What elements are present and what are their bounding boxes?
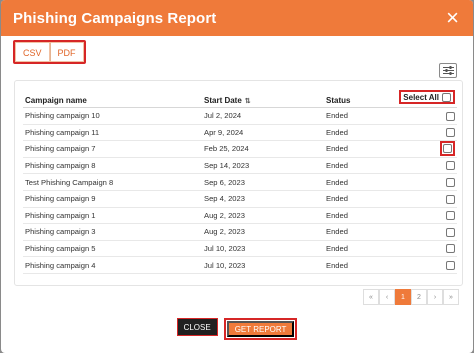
- pagination-next[interactable]: ›: [427, 289, 443, 305]
- start-date-cell: Aug 2, 2023: [204, 207, 326, 225]
- modal-header: Phishing Campaigns Report ×: [1, 0, 473, 36]
- status-cell: Ended: [326, 107, 384, 125]
- table-row: Phishing campaign 4 Jul 10, 2023 Ended: [23, 256, 457, 274]
- campaign-name-cell: Phishing campaign 11: [23, 124, 204, 142]
- row-checkbox[interactable]: [446, 111, 455, 121]
- row-select-cell: [384, 157, 457, 175]
- campaign-name-cell: Phishing campaign 1: [23, 207, 204, 225]
- row-checkbox[interactable]: [446, 244, 455, 254]
- status-cell: Ended: [326, 173, 384, 191]
- campaigns-panel: Campaign name Start Date ⇅ Status Select …: [14, 80, 463, 286]
- export-csv-button[interactable]: CSV: [15, 42, 50, 62]
- campaign-name-cell: Phishing campaign 7: [23, 140, 204, 158]
- close-icon[interactable]: ×: [446, 7, 459, 29]
- table-body: Phishing campaign 10 Jul 2, 2024 Ended Phis…: [23, 107, 457, 274]
- status-cell: Ended: [326, 140, 384, 158]
- row-checkbox[interactable]: [446, 211, 455, 221]
- row-checkbox-highlight: [440, 141, 455, 157]
- row-checkbox[interactable]: [446, 161, 455, 171]
- row-select-cell: [384, 107, 457, 125]
- pagination-last[interactable]: »: [443, 289, 459, 305]
- table-row: Phishing campaign 1 Aug 2, 2023 Ended: [23, 207, 457, 225]
- header-status: Status: [326, 89, 384, 108]
- table-header-row: Campaign name Start Date ⇅ Status Select …: [23, 89, 457, 108]
- row-select-cell: [384, 223, 457, 241]
- pagination-page-1[interactable]: 1: [395, 289, 411, 305]
- status-cell: Ended: [326, 223, 384, 241]
- table-row: Phishing campaign 8 Sep 14, 2023 Ended: [23, 157, 457, 175]
- campaign-name-cell: Phishing campaign 5: [23, 240, 204, 258]
- get-report-button[interactable]: GET REPORT: [226, 321, 295, 337]
- row-select-cell: [384, 140, 457, 158]
- select-all-label: Select All: [403, 92, 439, 102]
- header-start-date-label: Start Date: [204, 95, 242, 105]
- campaign-name-cell: Phishing campaign 9: [23, 190, 204, 208]
- table-row: Phishing campaign 7 Feb 25, 2024 Ended: [23, 140, 457, 158]
- export-buttons: CSV PDF: [13, 40, 86, 64]
- start-date-cell: Sep 14, 2023: [204, 157, 326, 175]
- row-select-cell: [384, 207, 457, 225]
- table-row: Phishing campaign 5 Jul 10, 2023 Ended: [23, 240, 457, 258]
- status-cell: Ended: [326, 256, 384, 274]
- get-report-highlight: GET REPORT: [223, 318, 298, 340]
- status-cell: Ended: [326, 157, 384, 175]
- table-row: Test Phishing Campaign 8 Sep 6, 2023 Ended: [23, 173, 457, 191]
- sort-icon[interactable]: ⇅: [245, 97, 251, 105]
- start-date-cell: Sep 6, 2023: [204, 173, 326, 191]
- status-cell: Ended: [326, 207, 384, 225]
- table-row: Phishing campaign 3 Aug 2, 2023 Ended: [23, 223, 457, 241]
- table-row: Phishing campaign 9 Sep 4, 2023 Ended: [23, 190, 457, 208]
- start-date-cell: Jul 2, 2024: [204, 107, 326, 125]
- filter-sliders-icon[interactable]: [439, 63, 457, 78]
- row-checkbox[interactable]: [446, 194, 455, 204]
- table-row: Phishing campaign 10 Jul 2, 2024 Ended: [23, 107, 457, 125]
- campaign-name-cell: Phishing campaign 8: [23, 157, 204, 175]
- row-checkbox[interactable]: [446, 260, 455, 270]
- report-modal: Phishing Campaigns Report × CSV PDF Camp…: [1, 0, 473, 353]
- start-date-cell: Jul 10, 2023: [204, 256, 326, 274]
- row-checkbox[interactable]: [446, 177, 455, 187]
- start-date-cell: Apr 9, 2024: [204, 124, 326, 142]
- row-checkbox[interactable]: [446, 128, 455, 138]
- row-checkbox[interactable]: [446, 227, 455, 237]
- campaign-name-cell: Phishing campaign 4: [23, 256, 204, 274]
- status-cell: Ended: [326, 190, 384, 208]
- modal-footer: CLOSE GET REPORT: [1, 318, 473, 340]
- header-start-date[interactable]: Start Date ⇅: [204, 89, 326, 108]
- row-select-cell: [384, 190, 457, 208]
- pagination: « ‹ 1 2 › »: [363, 289, 459, 305]
- row-select-cell: [384, 173, 457, 191]
- campaign-name-cell: Test Phishing Campaign 8: [23, 173, 204, 191]
- start-date-cell: Sep 4, 2023: [204, 190, 326, 208]
- table-row: Phishing campaign 11 Apr 9, 2024 Ended: [23, 124, 457, 142]
- pagination-prev[interactable]: ‹: [379, 289, 395, 305]
- header-campaign-name: Campaign name: [23, 89, 204, 108]
- select-all-control[interactable]: Select All: [399, 90, 455, 104]
- campaign-name-cell: Phishing campaign 10: [23, 107, 204, 125]
- pagination-page-2[interactable]: 2: [411, 289, 427, 305]
- start-date-cell: Jul 10, 2023: [204, 240, 326, 258]
- pagination-first[interactable]: «: [363, 289, 379, 305]
- modal-title: Phishing Campaigns Report: [13, 9, 217, 27]
- start-date-cell: Aug 2, 2023: [204, 223, 326, 241]
- start-date-cell: Feb 25, 2024: [204, 140, 326, 158]
- row-checkbox[interactable]: [443, 144, 452, 154]
- close-button[interactable]: CLOSE: [176, 318, 218, 336]
- row-select-cell: [384, 256, 457, 274]
- export-pdf-button[interactable]: PDF: [49, 42, 84, 62]
- campaigns-table: Campaign name Start Date ⇅ Status Select …: [23, 89, 457, 274]
- campaign-name-cell: Phishing campaign 3: [23, 223, 204, 241]
- status-cell: Ended: [326, 240, 384, 258]
- status-cell: Ended: [326, 124, 384, 142]
- select-all-checkbox[interactable]: [442, 92, 451, 102]
- row-select-cell: [384, 240, 457, 258]
- row-select-cell: [384, 124, 457, 142]
- header-select-all: Select All: [384, 89, 457, 108]
